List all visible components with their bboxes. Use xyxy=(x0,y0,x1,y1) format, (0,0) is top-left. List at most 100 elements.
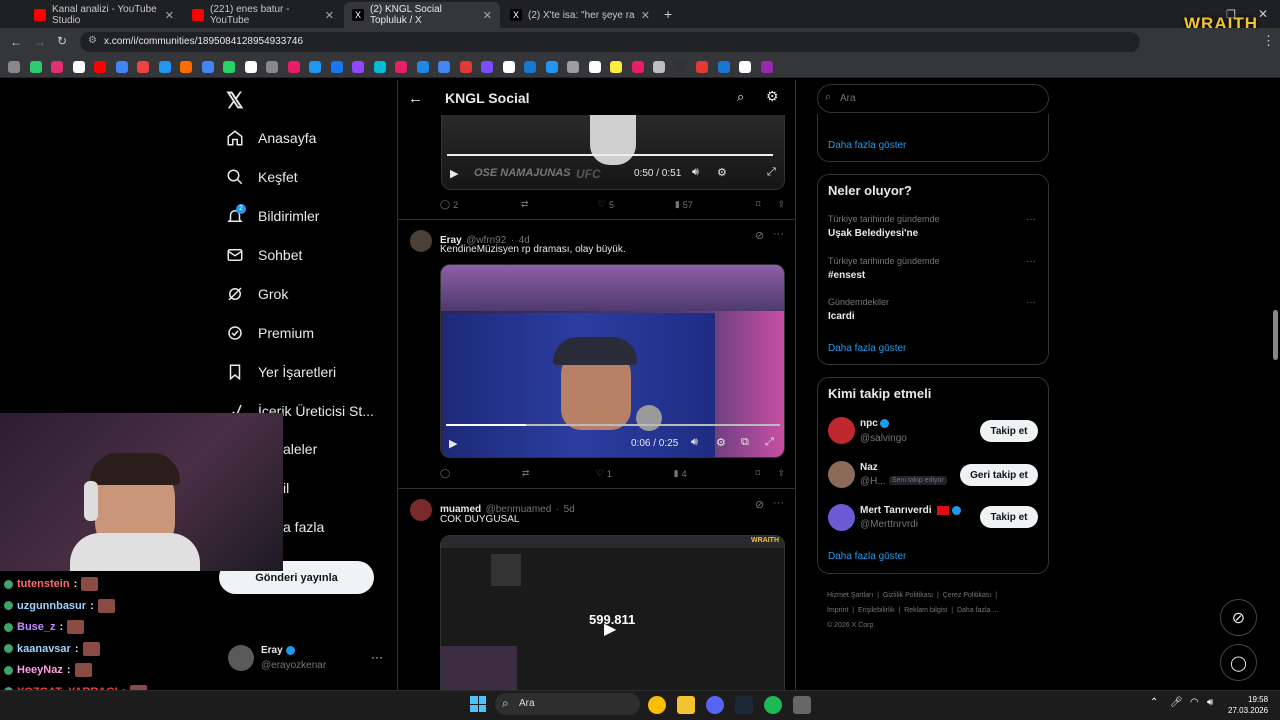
reply-button[interactable]: ◯ 2 xyxy=(440,199,521,210)
bookmark-favicon-icon[interactable] xyxy=(223,61,235,73)
grok-icon[interactable]: ⊘ xyxy=(755,498,764,511)
play-icon[interactable]: ▶ xyxy=(450,167,458,180)
nav-messages[interactable]: Sohbet xyxy=(226,246,302,264)
fullscreen-icon[interactable]: ⤢ xyxy=(765,436,774,449)
bookmark-favicon-icon[interactable] xyxy=(481,61,493,73)
windows-start-icon[interactable] xyxy=(470,696,486,712)
back-icon[interactable]: ← xyxy=(10,35,22,49)
nav-profile[interactable]: il xyxy=(283,480,289,496)
avatar[interactable] xyxy=(828,461,855,488)
play-icon[interactable]: ▶ xyxy=(449,437,457,450)
views-button[interactable]: ▮ 4 xyxy=(674,468,756,479)
reply-button[interactable]: ◯ xyxy=(440,468,522,479)
bookmark-favicon-icon[interactable] xyxy=(631,61,644,73)
taskbar-search[interactable]: ⌕ Ara xyxy=(495,693,640,715)
more-icon[interactable]: ··· xyxy=(1026,214,1036,225)
reload-icon[interactable]: ↻ xyxy=(57,34,67,48)
bookmark-favicon-icon[interactable] xyxy=(395,61,407,73)
discord-icon[interactable] xyxy=(706,696,724,714)
pip-icon[interactable]: ⧉ xyxy=(741,436,749,449)
app-icon[interactable] xyxy=(793,696,811,714)
more-icon[interactable]: ··· xyxy=(773,228,784,240)
site-info-icon[interactable]: ⚙ xyxy=(88,35,97,46)
speaker-icon[interactable]: 🔊︎ xyxy=(1207,697,1213,708)
trend-item[interactable]: Gündemdekiler Icardi xyxy=(828,297,889,322)
avatar[interactable] xyxy=(828,504,855,531)
share-button[interactable]: ⇪ xyxy=(777,199,785,210)
search-icon[interactable]: ⌕ xyxy=(737,89,744,105)
bookmark-favicon-icon[interactable] xyxy=(545,61,558,73)
more-icon[interactable]: ··· xyxy=(1026,297,1036,308)
close-icon[interactable]: ✕ xyxy=(641,9,650,22)
steam-icon[interactable] xyxy=(735,696,753,714)
fullscreen-icon[interactable]: ⤢ xyxy=(767,166,776,179)
taskbar-clock[interactable]: 19:58 27.03.2026 xyxy=(1228,694,1268,716)
avatar[interactable] xyxy=(410,499,432,521)
bookmark-favicon-icon[interactable] xyxy=(610,61,622,73)
bookmark-favicon-icon[interactable] xyxy=(266,61,278,73)
bookmark-favicon-icon[interactable] xyxy=(438,61,450,73)
volume-icon[interactable]: 🔊︎ xyxy=(692,166,699,179)
bookmark-favicon-icon[interactable] xyxy=(717,61,730,73)
nav-grok[interactable]: Grok xyxy=(226,285,288,303)
spotify-icon[interactable] xyxy=(764,696,782,714)
wifi-icon[interactable]: ◠ xyxy=(1190,697,1199,708)
bookmark-favicon-icon[interactable] xyxy=(244,61,257,73)
bookmark-favicon-icon[interactable] xyxy=(352,61,364,73)
more-icon[interactable]: ··· xyxy=(1026,256,1036,267)
trend-item[interactable]: Türkiye tarihinde gündemde Uşak Belediye… xyxy=(828,214,940,239)
volume-icon[interactable]: 🔊︎ xyxy=(691,436,698,449)
gear-icon[interactable]: ⚙ xyxy=(766,88,779,105)
browser-tab-active[interactable]: X (2) KNGL Social Topluluk / X ✕ xyxy=(344,2,500,28)
avatar[interactable] xyxy=(228,645,254,671)
grok-icon[interactable]: ⊘ xyxy=(755,229,764,242)
video-progress[interactable] xyxy=(447,154,773,156)
file-explorer-icon[interactable] xyxy=(677,696,695,714)
bookmark-favicon-icon[interactable] xyxy=(416,61,429,73)
post-video[interactable]: ▶ 0:06 / 0:25 🔊︎ ⚙ ⧉ ⤢ xyxy=(440,264,785,458)
show-more-link[interactable]: Daha fazla göster xyxy=(828,551,906,562)
close-icon[interactable]: ✕ xyxy=(325,9,334,22)
bookmark-favicon-icon[interactable] xyxy=(158,61,171,73)
nav-more[interactable]: a fazla xyxy=(283,519,324,535)
bookmark-favicon-icon[interactable] xyxy=(51,61,63,73)
bookmark-favicon-icon[interactable] xyxy=(739,61,751,73)
new-tab-icon[interactable]: + xyxy=(664,6,672,22)
bookmark-favicon-icon[interactable] xyxy=(373,61,386,73)
browser-tab[interactable]: X (2) X'te isa: "her şeye rağmen h✕ xyxy=(502,2,658,28)
bookmark-favicon-icon[interactable] xyxy=(29,61,42,73)
bookmark-favicon-icon[interactable] xyxy=(94,61,106,73)
bookmark-favicon-icon[interactable] xyxy=(287,61,300,73)
trend-item[interactable]: Türkiye tarihinde gündemde #ensest xyxy=(828,256,940,281)
bookmark-favicon-icon[interactable] xyxy=(524,61,536,73)
more-icon[interactable]: ··· xyxy=(371,650,383,664)
bookmark-favicon-icon[interactable] xyxy=(72,61,85,73)
grok-float-button[interactable]: ⊘ xyxy=(1220,599,1257,636)
x-logo-icon[interactable]: 𝕏 xyxy=(226,88,244,114)
show-more-link[interactable]: Daha fazla göster xyxy=(828,140,906,151)
search-input[interactable]: ⌕ Ara xyxy=(817,84,1049,113)
bookmark-favicon-icon[interactable] xyxy=(567,61,579,73)
play-icon[interactable]: ▶ xyxy=(604,619,616,639)
chrome-icon[interactable] xyxy=(648,696,666,714)
more-icon[interactable]: ··· xyxy=(773,497,784,509)
nav-home[interactable]: Anasayfa xyxy=(226,129,316,147)
post-video[interactable]: OSE NAMAJUNAS UFC ▶ 0:50 / 0:51 🔊︎ ⚙ ⤢ xyxy=(441,115,785,190)
close-icon[interactable]: ✕ xyxy=(165,9,174,22)
bookmark-favicon-icon[interactable] xyxy=(674,61,687,73)
tray-chevron-icon[interactable]: ⌃ xyxy=(1150,697,1158,708)
avatar[interactable] xyxy=(410,230,432,252)
close-window-icon[interactable]: ✕ xyxy=(1258,7,1268,21)
back-arrow-icon[interactable]: ← xyxy=(408,90,423,107)
show-more-link[interactable]: Daha fazla göster xyxy=(828,343,906,354)
like-button[interactable]: ♡ 1 xyxy=(596,468,674,479)
bookmark-favicon-icon[interactable] xyxy=(137,61,149,73)
browser-tab[interactable]: Kanal analizi - YouTube Studio ✕ xyxy=(26,2,182,28)
bookmark-favicon-icon[interactable] xyxy=(309,61,321,73)
scrollbar-thumb[interactable] xyxy=(1273,310,1278,360)
avatar[interactable] xyxy=(828,417,855,444)
follow-button[interactable]: Takip et xyxy=(980,420,1038,442)
bookmark-button[interactable]: ⌑ xyxy=(756,468,778,479)
microphone-icon[interactable]: 🎤︎ xyxy=(1170,697,1183,708)
bookmark-favicon-icon[interactable] xyxy=(115,61,128,73)
